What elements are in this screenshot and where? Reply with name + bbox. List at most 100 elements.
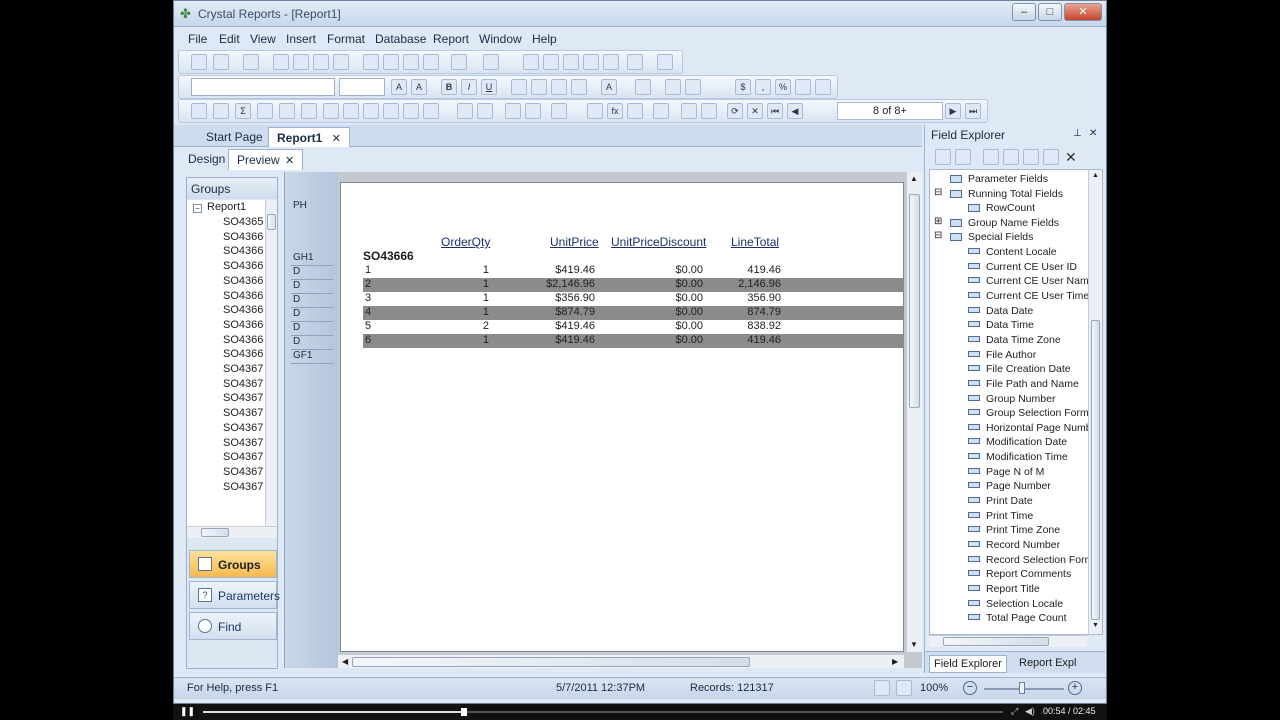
template-expert-icon[interactable] bbox=[653, 103, 669, 119]
special-field-item[interactable]: Print Date bbox=[986, 495, 1033, 507]
font-name-dropdown[interactable] bbox=[191, 78, 335, 96]
preview-hscrollbar[interactable]: ◀ ▶ bbox=[338, 654, 904, 668]
zoom-slider-handle[interactable] bbox=[1019, 682, 1025, 694]
special-field-item[interactable]: Modification Date bbox=[986, 436, 1067, 448]
group-tree-item[interactable]: SO4367 bbox=[223, 451, 263, 463]
section-d1[interactable]: D bbox=[291, 266, 333, 280]
insert-subreport-icon[interactable] bbox=[301, 103, 317, 119]
currency-icon[interactable]: $ bbox=[735, 79, 751, 95]
nav-find-button[interactable]: Find bbox=[189, 612, 277, 640]
group-tree-item[interactable]: SO4366 bbox=[223, 319, 263, 331]
stop-icon[interactable]: ✕ bbox=[747, 103, 763, 119]
insert-picture-icon[interactable] bbox=[363, 103, 379, 119]
dependency-checker-icon[interactable] bbox=[603, 54, 619, 70]
special-field-item[interactable]: Modification Time bbox=[986, 451, 1068, 463]
nav-parameters-button[interactable]: ? Parameters bbox=[189, 581, 280, 609]
group-tree-item[interactable]: SO4367 bbox=[223, 407, 263, 419]
field-scroll-up-icon[interactable]: ▲ bbox=[1092, 172, 1099, 179]
group-tree-item[interactable]: SO4366 bbox=[223, 231, 263, 243]
group-tree-item[interactable]: SO4366 bbox=[223, 245, 263, 257]
undo-icon[interactable] bbox=[451, 54, 467, 70]
bold-icon[interactable]: B bbox=[441, 79, 457, 95]
menu-format[interactable]: Format bbox=[327, 32, 365, 46]
increase-decimal-icon[interactable] bbox=[795, 79, 811, 95]
decrease-decimal-icon[interactable] bbox=[815, 79, 831, 95]
align-right-icon[interactable] bbox=[551, 79, 567, 95]
toggle-tree-icon[interactable] bbox=[523, 54, 539, 70]
justify-icon[interactable] bbox=[571, 79, 587, 95]
section-d2[interactable]: D bbox=[291, 280, 333, 294]
section-gh1[interactable]: GH1 bbox=[291, 252, 333, 266]
group-tree-item[interactable]: SO4366 bbox=[223, 290, 263, 302]
menu-edit[interactable]: Edit bbox=[219, 32, 240, 46]
group-tree-item[interactable]: SO4367 bbox=[223, 422, 263, 434]
field-explorer-icon[interactable] bbox=[543, 54, 559, 70]
field-tree-scrollbar[interactable]: ▲ ▼ bbox=[1088, 170, 1102, 634]
menu-help[interactable]: Help bbox=[532, 32, 557, 46]
formula-workshop-icon[interactable]: fx bbox=[607, 103, 623, 119]
group-tree-item[interactable]: SO4366 bbox=[223, 348, 263, 360]
group-tree-item[interactable]: SO4365 bbox=[223, 216, 263, 228]
redo-icon[interactable] bbox=[483, 54, 499, 70]
section-expert-icon[interactable] bbox=[587, 103, 603, 119]
workbench-icon[interactable] bbox=[627, 54, 643, 70]
menu-database[interactable]: Database bbox=[375, 32, 426, 46]
special-field-item[interactable]: Group Number bbox=[986, 393, 1055, 405]
paste-icon[interactable] bbox=[403, 54, 419, 70]
select-expert-icon[interactable] bbox=[551, 103, 567, 119]
group-tree-hscrollbar[interactable] bbox=[187, 526, 277, 538]
section-d4[interactable]: D bbox=[291, 308, 333, 322]
field-tree-scroll-thumb[interactable] bbox=[1091, 320, 1100, 620]
sort-icon[interactable] bbox=[525, 103, 541, 119]
special-field-item[interactable]: Total Page Count bbox=[986, 612, 1067, 624]
next-page-icon[interactable]: ▶ bbox=[945, 103, 961, 119]
export-icon[interactable] bbox=[293, 54, 309, 70]
special-field-item[interactable]: File Author bbox=[986, 349, 1036, 361]
open-icon[interactable] bbox=[213, 54, 229, 70]
seek-handle[interactable] bbox=[461, 708, 467, 716]
italic-icon[interactable]: I bbox=[461, 79, 477, 95]
group-tree-item[interactable]: SO4366 bbox=[223, 334, 263, 346]
special-field-item[interactable]: File Path and Name bbox=[986, 378, 1079, 390]
section-gf1[interactable]: GF1 bbox=[291, 350, 333, 364]
print-icon[interactable] bbox=[273, 54, 289, 70]
menu-insert[interactable]: Insert bbox=[286, 32, 316, 46]
browse-icon[interactable] bbox=[955, 149, 971, 165]
shrink-font-icon[interactable]: A bbox=[411, 79, 427, 95]
tab-report-explorer[interactable]: Report Expl bbox=[1019, 657, 1076, 669]
rename-field-icon[interactable] bbox=[1043, 149, 1059, 165]
preview-vscrollbar[interactable]: ▲ ▼ bbox=[906, 172, 922, 652]
group-tree-item[interactable]: SO4367 bbox=[223, 392, 263, 404]
copy-icon[interactable] bbox=[383, 54, 399, 70]
insert-group-icon[interactable] bbox=[213, 103, 229, 119]
insert-map-icon[interactable] bbox=[403, 103, 419, 119]
special-field-item[interactable]: Data Time bbox=[986, 319, 1034, 331]
special-field-item[interactable]: Print Time Zone bbox=[986, 524, 1060, 536]
tree-root[interactable]: Report1 bbox=[207, 201, 246, 213]
special-field-item[interactable]: Page Number bbox=[986, 480, 1051, 492]
special-field-item[interactable]: Report Title bbox=[986, 583, 1040, 595]
previous-page-icon[interactable]: ◀ bbox=[787, 103, 803, 119]
tab-start-page[interactable]: Start Page bbox=[198, 127, 271, 147]
insert-summary-icon[interactable]: Σ bbox=[235, 103, 251, 119]
print-preview-icon[interactable] bbox=[313, 54, 329, 70]
collapse-icon[interactable]: − bbox=[193, 204, 202, 213]
special-field-item[interactable]: Page N of M bbox=[986, 466, 1044, 478]
group-tree-item[interactable]: SO4366 bbox=[223, 260, 263, 272]
tab-preview[interactable]: Preview ✕ bbox=[228, 149, 304, 170]
volume-icon[interactable]: ◀) bbox=[1025, 706, 1035, 717]
repository-icon[interactable] bbox=[583, 54, 599, 70]
special-field-item[interactable]: Current CE User Name bbox=[986, 275, 1095, 287]
field-category[interactable]: Group Name Fields bbox=[968, 217, 1059, 229]
menu-view[interactable]: View bbox=[250, 32, 276, 46]
record-sort-icon[interactable] bbox=[505, 103, 521, 119]
zoom-out-icon[interactable]: − bbox=[963, 681, 977, 695]
report-explorer-icon[interactable] bbox=[563, 54, 579, 70]
font-color-icon[interactable]: A bbox=[601, 79, 617, 95]
special-field-item[interactable]: Data Time Zone bbox=[986, 334, 1061, 346]
grow-font-icon[interactable]: A bbox=[391, 79, 407, 95]
special-field-item[interactable]: Selection Locale bbox=[986, 598, 1063, 610]
group-tree-item[interactable]: SO4367 bbox=[223, 363, 263, 375]
close-button[interactable]: ✕ bbox=[1064, 3, 1102, 21]
border-icon[interactable] bbox=[635, 79, 651, 95]
